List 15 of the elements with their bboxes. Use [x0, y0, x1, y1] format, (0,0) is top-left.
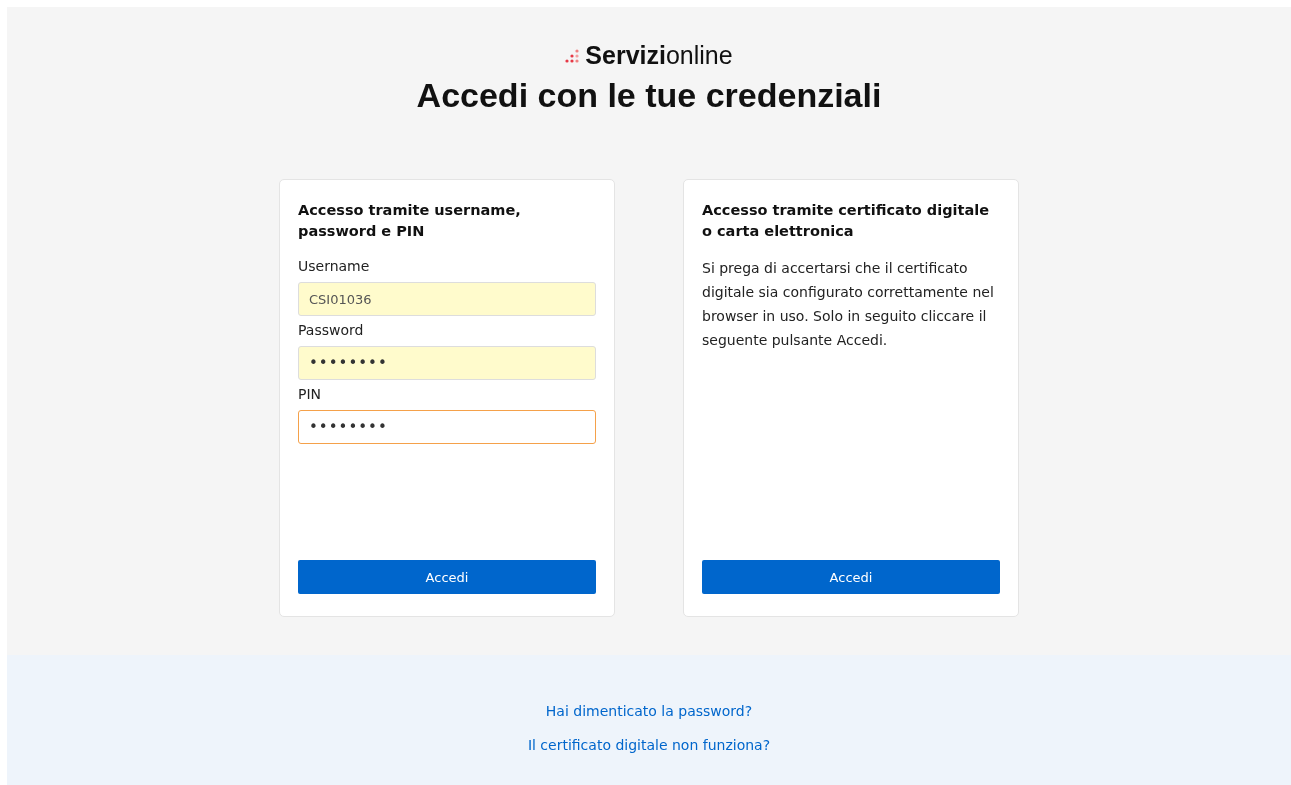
field-label: Password [298, 322, 365, 338]
field-label: Username [298, 258, 371, 274]
login-button[interactable]: Accedi [702, 560, 1000, 594]
input-field[interactable]: •••••••• [298, 346, 596, 380]
input-field[interactable]: CSI01036 [298, 282, 596, 316]
card-heading: Accesso tramite username, password e PIN [298, 201, 522, 241]
help-link[interactable]: Il certificato digitale non funziona? [527, 737, 771, 753]
help-link[interactable]: Hai dimenticato la password? [545, 703, 753, 719]
card-heading: Accesso tramite certificato digitale o carta elettronica [702, 201, 991, 241]
logo-text: Servizionline [585, 41, 733, 70]
login-button[interactable]: Accedi [298, 560, 596, 594]
input-field[interactable]: •••••••• [298, 410, 596, 444]
field-label: PIN [298, 386, 323, 402]
page-title: Accedi con le tue credenziali [416, 76, 882, 115]
instructions-text: Si prega di accertarsi che il certificato digitale sia configurato correttamente nel browser in uso. Solo in seguito cliccare il seguente pulsante Accedi. [702, 259, 995, 350]
